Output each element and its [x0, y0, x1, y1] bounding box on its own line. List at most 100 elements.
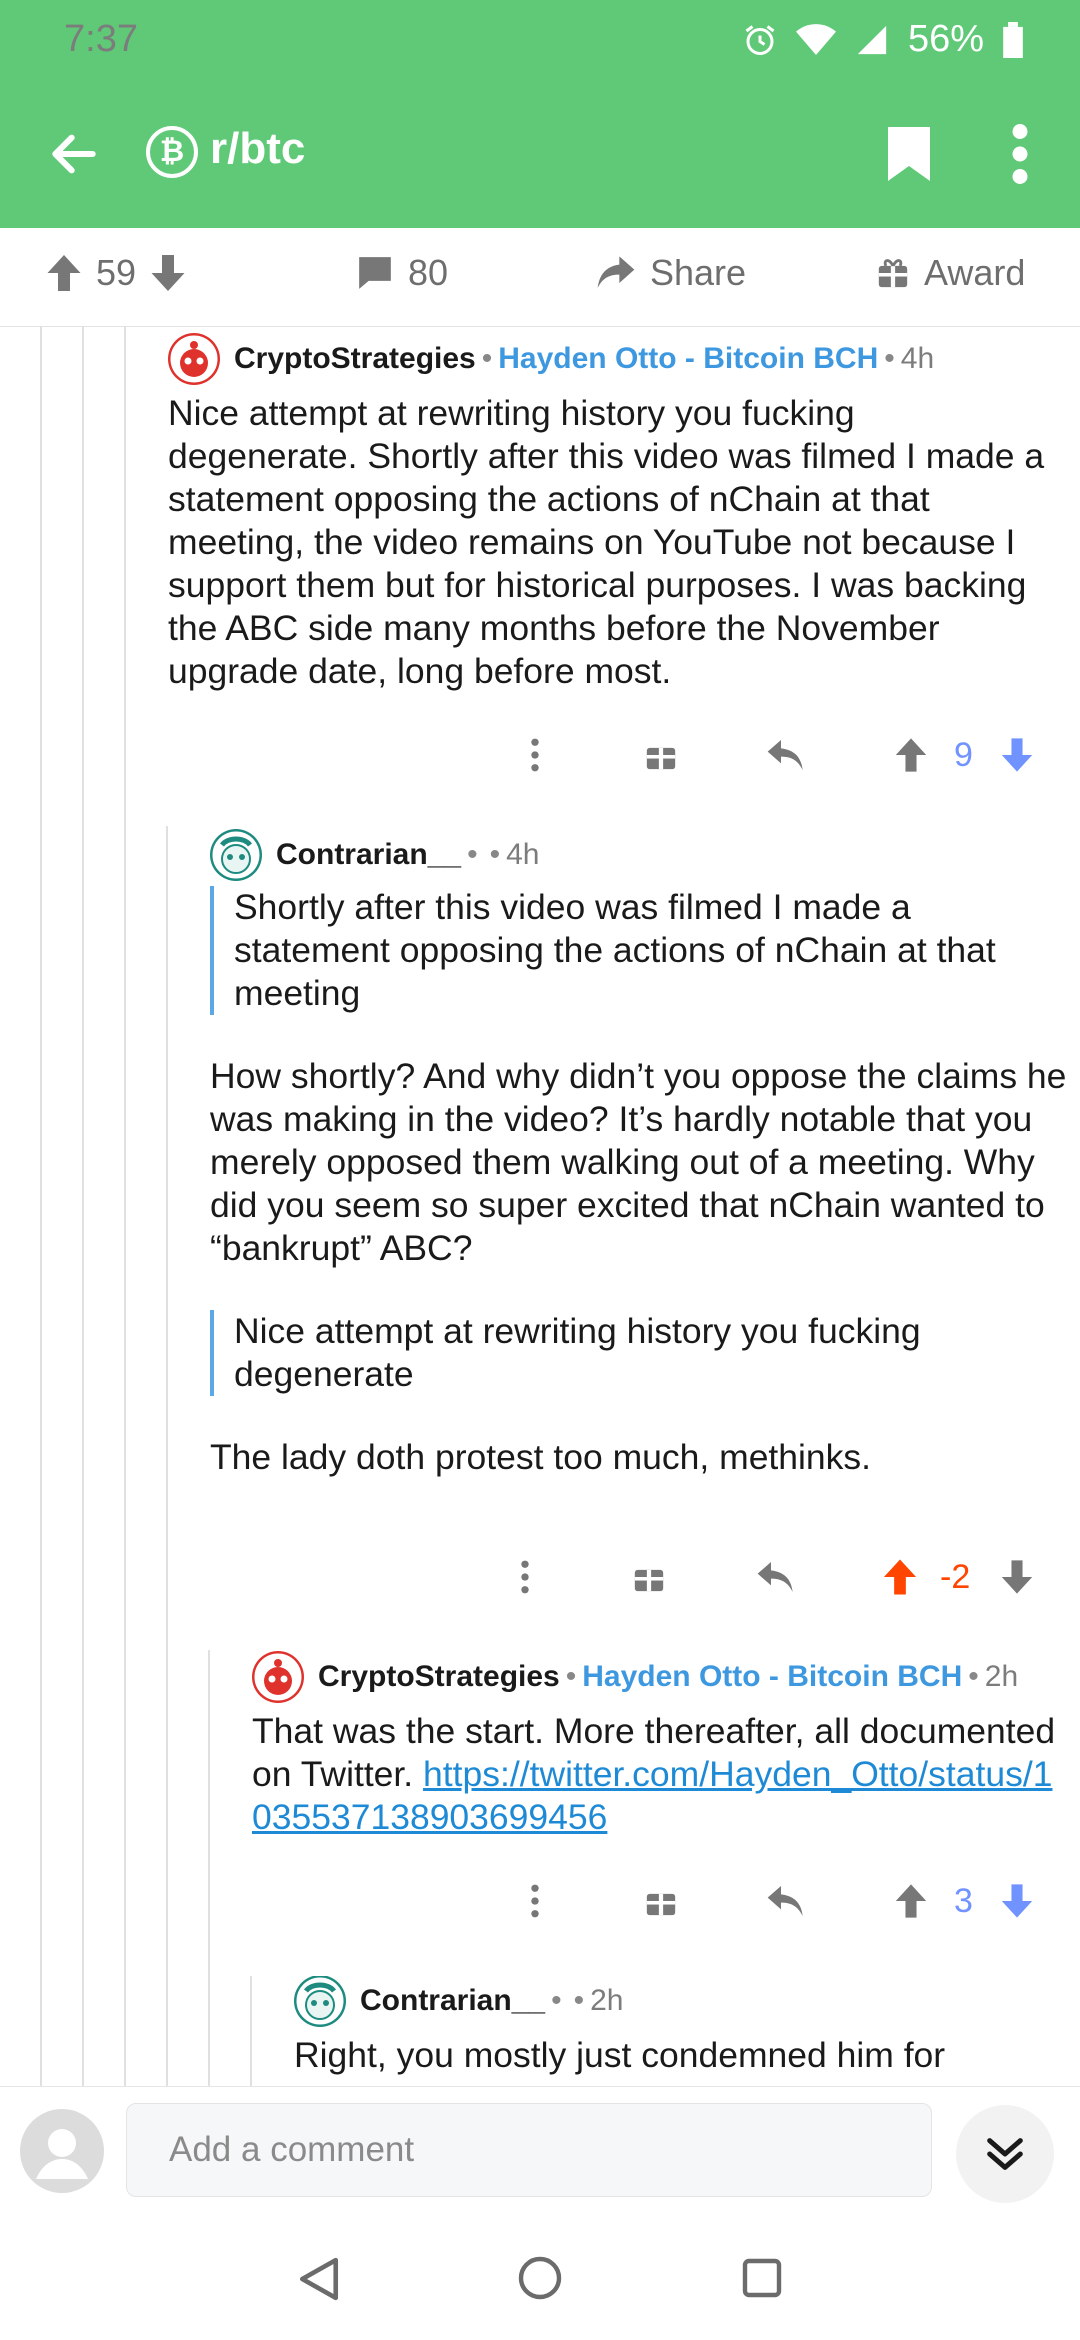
user-avatar-icon[interactable] — [210, 829, 262, 881]
comment-actions: -2 — [510, 1552, 1040, 1602]
comment-placeholder: Add a comment — [169, 2130, 415, 2169]
user-avatar-icon[interactable] — [20, 2109, 104, 2193]
comment-body: That was the start. More thereafter, all… — [252, 1710, 1072, 1839]
comment-actions: 9 — [520, 730, 1040, 780]
upvote-icon[interactable] — [46, 253, 82, 293]
comment-score: -2 — [940, 1557, 971, 1596]
more-options-icon[interactable] — [1010, 124, 1030, 184]
comment-header: CryptoStrategies • Hayden Otto - Bitcoin… — [252, 1651, 1072, 1703]
thread-line — [208, 1650, 210, 2086]
comment-score: 9 — [954, 735, 973, 774]
separator-dot: • — [968, 1660, 979, 1693]
system-nav-bar — [0, 2216, 1080, 2340]
comment-input[interactable]: Add a comment — [126, 2103, 932, 2197]
reply-icon[interactable] — [756, 1560, 796, 1594]
more-options-icon[interactable] — [530, 1884, 540, 1918]
comment-body: Nice attempt at rewriting history you fu… — [168, 393, 1045, 691]
gift-icon[interactable] — [644, 738, 678, 772]
share-button[interactable]: Share — [596, 252, 746, 294]
award-label: Award — [924, 252, 1026, 293]
comment-time: 2h — [590, 1984, 624, 2017]
user-avatar-icon[interactable] — [168, 333, 220, 385]
thread-line — [82, 326, 84, 2086]
comment-composer: Add a comment — [0, 2086, 1080, 2217]
upvote-icon[interactable] — [882, 1558, 918, 1596]
comment: CryptoStrategies • Hayden Otto - Bitcoin… — [168, 333, 1048, 693]
bookmark-icon[interactable] — [888, 126, 930, 182]
thread-line — [40, 326, 42, 2086]
share-label: Share — [650, 252, 747, 293]
comment-paragraph: How shortly? And why didn’t you oppose t… — [210, 1056, 1067, 1268]
toolbar: ₿ r/btc — [0, 112, 1080, 192]
comment-time: 4h — [900, 342, 935, 375]
separator-dot: • — [573, 1984, 585, 2017]
comment-header: Contrarian__ • • 2h — [294, 1976, 1074, 2027]
thread-line — [250, 1976, 252, 2086]
reply-icon[interactable] — [766, 738, 806, 772]
share-arrow-icon — [597, 256, 635, 288]
nav-home-icon[interactable] — [518, 2256, 562, 2300]
user-avatar-icon[interactable] — [294, 1976, 346, 2027]
comment-header: CryptoStrategies • Hayden Otto - Bitcoin… — [168, 333, 1048, 385]
gift-icon[interactable] — [644, 1884, 678, 1918]
comment-body: Right, you mostly just condemned him for — [294, 2035, 946, 2075]
status-bar: 7:37 56% — [0, 18, 1080, 68]
downvote-icon[interactable] — [150, 253, 186, 293]
collapse-button[interactable] — [956, 2105, 1054, 2203]
comment-paragraph: The lady doth protest too much, methinks… — [210, 1437, 872, 1477]
gift-icon[interactable] — [632, 1560, 666, 1594]
comment-quote: Nice attempt at rewriting history you fu… — [210, 1310, 1070, 1396]
more-options-icon[interactable] — [530, 738, 540, 772]
downvote-icon[interactable] — [1000, 1559, 1034, 1595]
separator-dot: • — [884, 342, 895, 375]
battery-icon — [1003, 21, 1023, 58]
downvote-icon[interactable] — [1000, 737, 1034, 773]
comment: Contrarian__ • • 4h Shortly after this v… — [210, 829, 1070, 1479]
status-time: 7:37 — [64, 18, 138, 60]
comment-author[interactable]: Contrarian__ — [276, 838, 461, 872]
nav-recents-icon[interactable] — [742, 2258, 782, 2298]
separator-dot: • — [551, 1984, 562, 2017]
comment: Contrarian__ • • 2h Right, you mostly ju… — [294, 1976, 1074, 2086]
comment-actions: 3 — [520, 1876, 1040, 1926]
reply-icon[interactable] — [766, 1884, 806, 1918]
comment-author[interactable]: CryptoStrategies — [318, 1660, 560, 1694]
post-score: 59 — [96, 252, 137, 293]
comment-author[interactable]: Contrarian__ — [360, 1984, 545, 2018]
gift-icon — [878, 259, 908, 288]
comment-score: 3 — [954, 1881, 973, 1920]
signal-icon — [857, 25, 887, 54]
double-chevron-down-icon — [987, 2138, 1023, 2170]
user-flair: Hayden Otto - Bitcoin BCH — [582, 1660, 963, 1693]
downvote-icon[interactable] — [1000, 1883, 1034, 1919]
comment-header: Contrarian__ • • 4h — [210, 829, 1070, 881]
separator-dot: • — [481, 342, 493, 375]
comments-button[interactable]: 80 — [356, 252, 448, 294]
subreddit-name[interactable]: r/btc — [210, 124, 305, 174]
separator-dot: • — [467, 838, 478, 871]
comment-time: 2h — [984, 1660, 1019, 1693]
user-avatar-icon[interactable] — [252, 1651, 304, 1703]
comment-quote: Shortly after this video was filmed I ma… — [210, 886, 1070, 1015]
thread-line — [124, 326, 126, 2086]
back-arrow-icon[interactable] — [46, 126, 102, 182]
more-options-icon[interactable] — [520, 1560, 530, 1594]
post-action-bar: 59 80 Share Award — [0, 228, 1080, 327]
nav-back-icon[interactable] — [298, 2256, 340, 2302]
comment-author[interactable]: CryptoStrategies — [234, 342, 476, 376]
user-flair: Hayden Otto - Bitcoin BCH — [498, 342, 879, 375]
battery-percent: 56% — [907, 18, 984, 60]
thread-line — [166, 826, 168, 2086]
separator-dot: • — [565, 1660, 577, 1693]
award-button[interactable]: Award — [876, 252, 1025, 294]
comment-count: 80 — [408, 252, 449, 293]
comment: CryptoStrategies • Hayden Otto - Bitcoin… — [252, 1651, 1072, 1839]
alarm-icon — [745, 24, 775, 55]
comment-bubble-icon — [359, 257, 391, 289]
upvote-icon[interactable] — [894, 1883, 928, 1919]
subreddit-icon: ₿ — [146, 126, 198, 178]
vote-group: 59 — [46, 252, 186, 294]
wifi-icon — [795, 23, 836, 55]
upvote-icon[interactable] — [894, 737, 928, 773]
separator-dot: • — [489, 838, 501, 871]
